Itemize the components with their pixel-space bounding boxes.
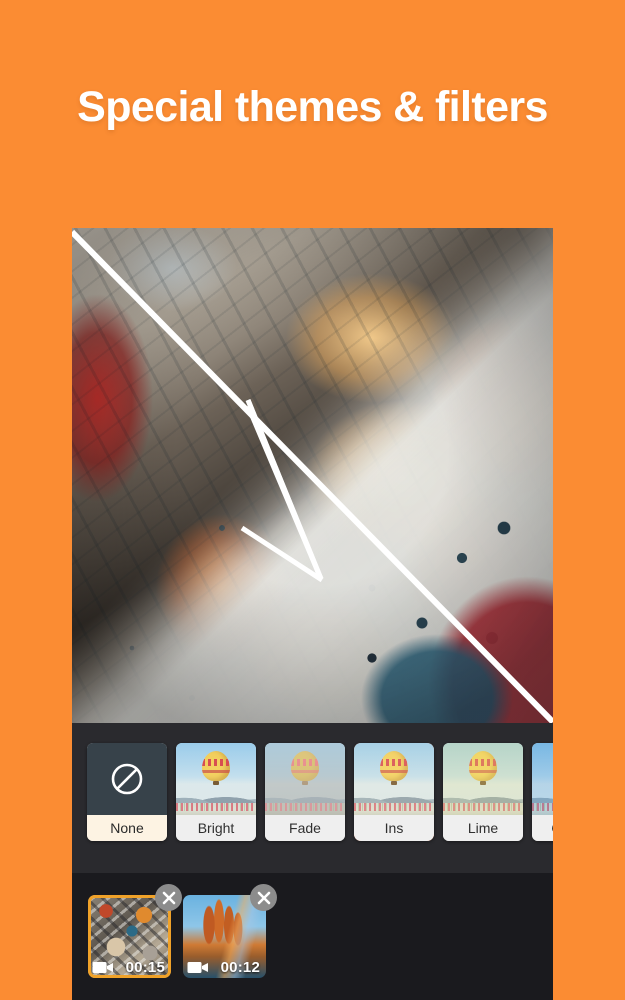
filter-thumbnail-ocean [532, 743, 553, 815]
clips-list: 00:15 00:12 [88, 884, 277, 978]
clips-timeline: 00:15 00:12 [72, 873, 553, 1000]
remove-clip-button[interactable] [155, 884, 182, 911]
filter-label-ins: Ins [354, 815, 434, 841]
clip-footer: 00:12 [183, 956, 266, 978]
filter-label-none: None [87, 815, 167, 841]
clip-footer: 00:15 [88, 956, 171, 978]
filter-label-bright: Bright [176, 815, 256, 841]
clip-item[interactable]: 00:12 [183, 884, 277, 978]
clip-duration: 00:15 [125, 958, 165, 976]
editor-surface: None Bright Fade Ins Lime 00:15 00:12 [72, 228, 553, 1000]
app-screenshot: Special themes & filters None Bright Fad… [0, 0, 625, 1000]
filter-tile-none[interactable]: None [87, 743, 167, 841]
filter-tile-ins[interactable]: Ins [354, 743, 434, 841]
remove-clip-button[interactable] [250, 884, 277, 911]
balloon-scene-icon [532, 743, 553, 815]
video-preview[interactable] [72, 228, 553, 723]
balloon-scene-icon [443, 743, 523, 815]
clip-item[interactable]: 00:15 [88, 884, 182, 978]
filter-label-lime: Lime [443, 815, 523, 841]
video-camera-icon [92, 961, 113, 973]
filter-thumbnail-none [87, 743, 167, 815]
no-filter-icon [111, 763, 143, 795]
clip-duration: 00:12 [220, 958, 260, 976]
close-icon [257, 891, 270, 904]
filter-label-fade: Fade [265, 815, 345, 841]
filter-thumbnail-fade [265, 743, 345, 815]
balloon-scene-icon [265, 743, 345, 815]
filters-strip[interactable]: None Bright Fade Ins Lime [72, 723, 553, 873]
filter-label-ocean: Ocean [532, 815, 553, 841]
balloon-scene-icon [176, 743, 256, 815]
split-divider-lines [72, 229, 553, 723]
page-title: Special themes & filters [77, 83, 548, 131]
video-camera-icon [187, 961, 208, 973]
filter-thumbnail-bright [176, 743, 256, 815]
filter-thumbnail-ins [354, 743, 434, 815]
filter-tile-bright[interactable]: Bright [176, 743, 256, 841]
close-icon [162, 891, 175, 904]
filters-list: None Bright Fade Ins Lime [87, 743, 553, 841]
filter-tile-ocean[interactable]: Ocean [532, 743, 553, 841]
balloon-scene-icon [354, 743, 434, 815]
filter-tile-lime[interactable]: Lime [443, 743, 523, 841]
filter-thumbnail-lime [443, 743, 523, 815]
filter-tile-fade[interactable]: Fade [265, 743, 345, 841]
